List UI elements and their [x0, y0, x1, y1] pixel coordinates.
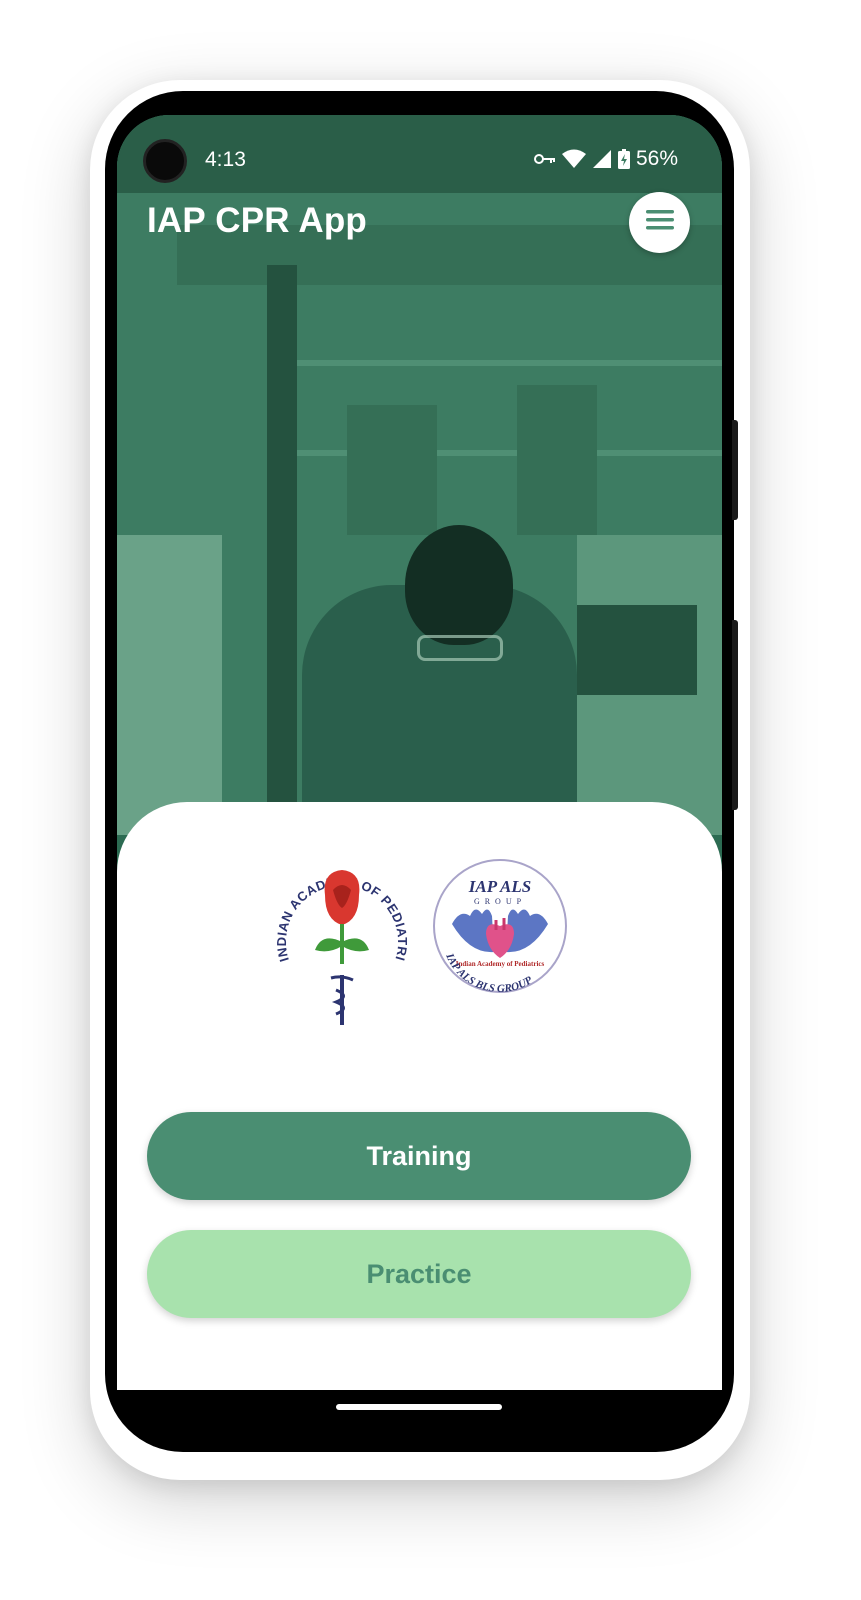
iap-logo: INDIAN ACADEMY OF PEDIATRICS: [267, 850, 410, 1025]
vpn-key-icon: [533, 152, 556, 166]
als-logo-title: IAP ALS: [468, 877, 532, 896]
menu-button[interactable]: [629, 192, 690, 253]
volume-button: [732, 620, 738, 810]
als-logo-subtitle: GROUP: [474, 897, 526, 906]
hero-rail: [297, 360, 722, 366]
battery-charging-icon: [617, 149, 630, 169]
als-logo-inner-text: Indian Academy of Pediatrics: [456, 960, 545, 968]
hero-pillar: [117, 535, 222, 835]
person-glasses: [417, 635, 503, 661]
status-icons: 56%: [533, 147, 678, 171]
hero-window: [517, 385, 597, 535]
status-time: 4:13: [205, 148, 246, 171]
practice-button[interactable]: Practice: [147, 1230, 691, 1318]
hero-window: [577, 605, 697, 695]
battery-percent: 56%: [635, 147, 678, 170]
screen: 4:13 56% IAP CPR App INDIAN ACAD OF PEDI…: [117, 115, 722, 1390]
bottom-sheet: INDIAN ACADEMY OF PEDIATRICS IAP ALS GRO…: [117, 802, 722, 1390]
iap-als-logo: IAP ALS GROUP Indian Academy of Pediatri…: [433, 859, 567, 995]
app-title: IAP CPR App: [147, 201, 367, 240]
hamburger-menu-icon: [645, 209, 674, 236]
home-indicator[interactable]: [336, 1404, 502, 1410]
cell-signal-icon: [592, 149, 612, 169]
wifi-icon: [561, 149, 586, 169]
hero-window: [347, 405, 437, 535]
training-button[interactable]: Training: [147, 1112, 691, 1200]
navigation-bar: [117, 1390, 722, 1430]
power-button: [732, 420, 738, 520]
front-camera: [143, 139, 187, 183]
person-head: [405, 525, 513, 645]
status-bar: 4:13 56%: [117, 115, 722, 193]
hero-dark-panel: [267, 265, 297, 835]
